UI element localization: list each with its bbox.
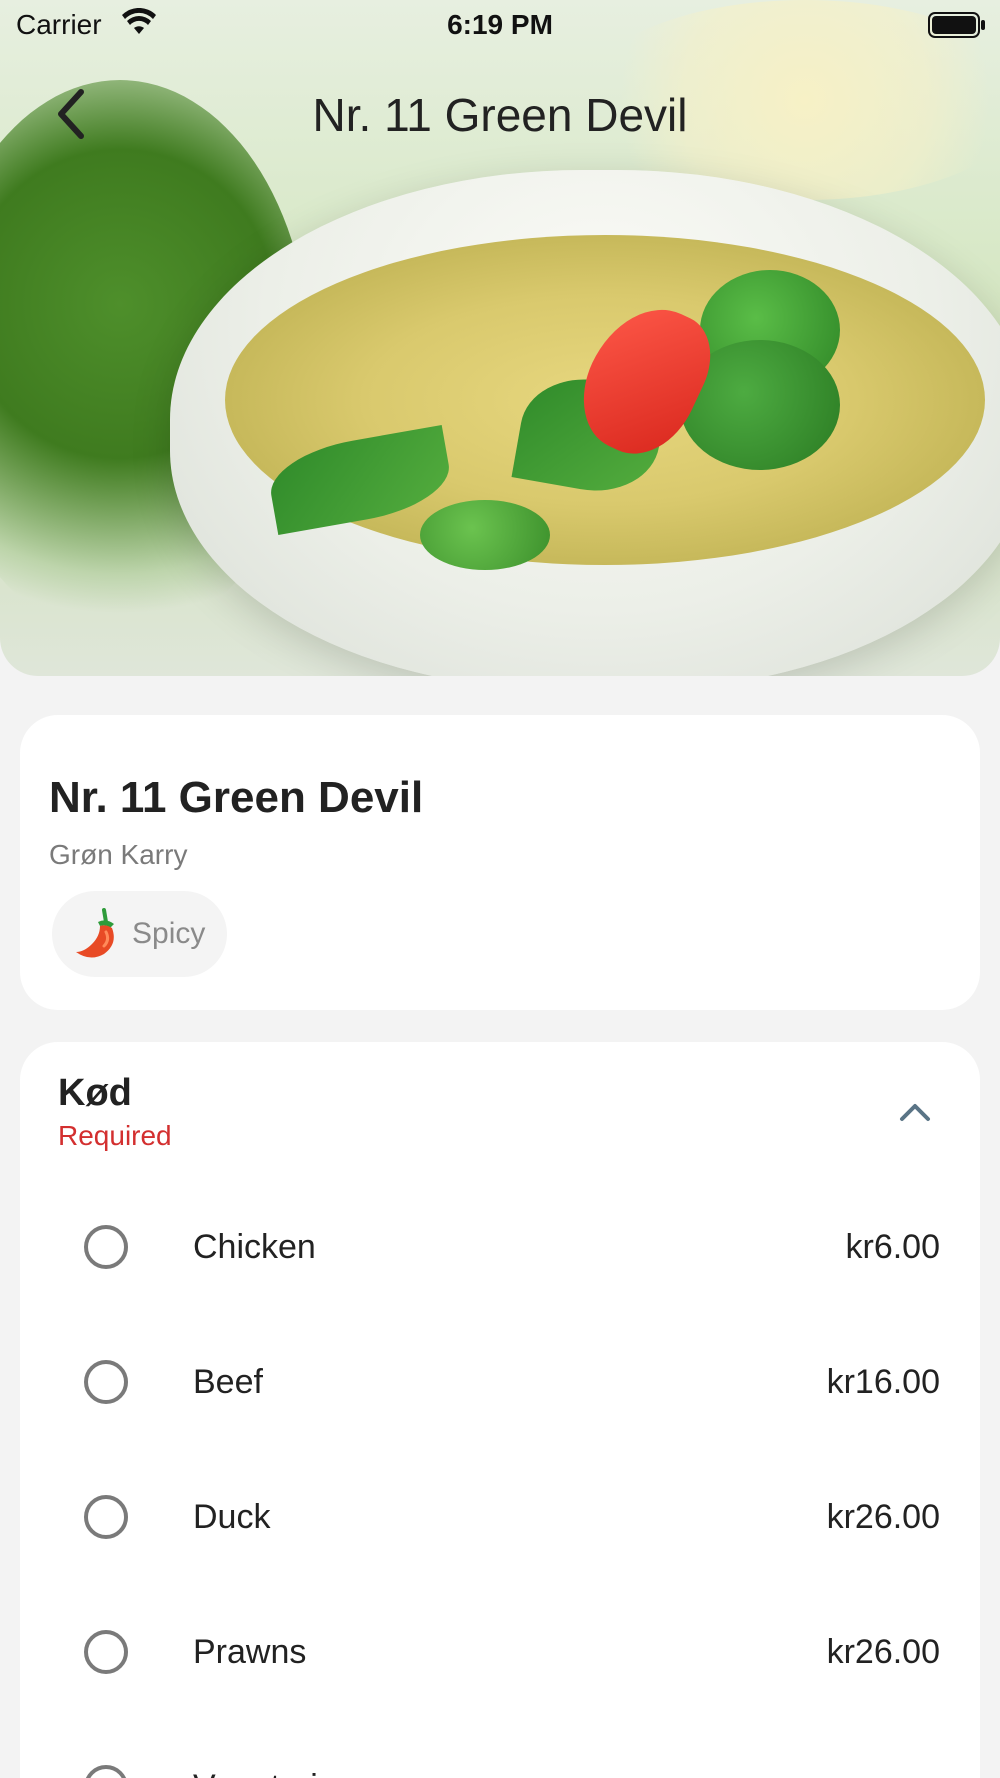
required-label: Required: [58, 1120, 172, 1151]
option-price: kr6.00: [845, 1228, 941, 1266]
option-row-prawns[interactable]: Prawns kr26.00: [20, 1597, 980, 1707]
option-price: kr26.00: [826, 1498, 940, 1536]
item-title: Nr. 11 Green Devil: [49, 773, 424, 822]
status-time: 6:19 PM: [447, 9, 553, 40]
option-group-title: Kød: [58, 1072, 132, 1114]
item-info-card: Nr. 11 Green Devil Grøn Karry Spicy: [20, 715, 980, 1010]
chili-pepper-icon: [76, 908, 114, 958]
option-row-beef[interactable]: Beef kr16.00: [20, 1327, 980, 1437]
option-price: kr26.00: [826, 1633, 940, 1671]
radio-button[interactable]: [84, 1630, 128, 1674]
radio-button[interactable]: [84, 1360, 128, 1404]
option-row-vegetarian[interactable]: Vegetarian: [20, 1732, 980, 1778]
option-label: Beef: [193, 1363, 263, 1401]
radio-button[interactable]: [84, 1765, 128, 1778]
option-label: Chicken: [193, 1228, 316, 1266]
pea-eggplant: [420, 500, 550, 570]
battery-full-icon: [928, 12, 985, 38]
option-label: Vegetarian: [193, 1768, 356, 1778]
nav-title: Nr. 11 Green Devil: [312, 89, 688, 141]
screen: Carrier 6:19 PM Nr. 11 Green Devil Nr. 1…: [0, 0, 1000, 1778]
item-subtitle: Grøn Karry: [49, 839, 188, 870]
tag-label: Spicy: [132, 917, 206, 950]
option-row-chicken[interactable]: Chicken kr6.00: [20, 1192, 980, 1302]
collapse-button[interactable]: [890, 1092, 940, 1132]
radio-button[interactable]: [84, 1495, 128, 1539]
option-label: Duck: [193, 1498, 271, 1536]
chevron-up-icon: [900, 1104, 930, 1121]
option-group-card: Kød Required Chicken kr6.00 Beef kr16.00…: [20, 1042, 980, 1778]
option-row-duck[interactable]: Duck kr26.00: [20, 1462, 980, 1572]
option-label: Prawns: [193, 1633, 307, 1671]
status-bar: Carrier 6:19 PM: [0, 0, 1000, 50]
option-price: kr16.00: [826, 1363, 940, 1401]
radio-button[interactable]: [84, 1225, 128, 1269]
tag-spicy: Spicy: [52, 891, 228, 977]
